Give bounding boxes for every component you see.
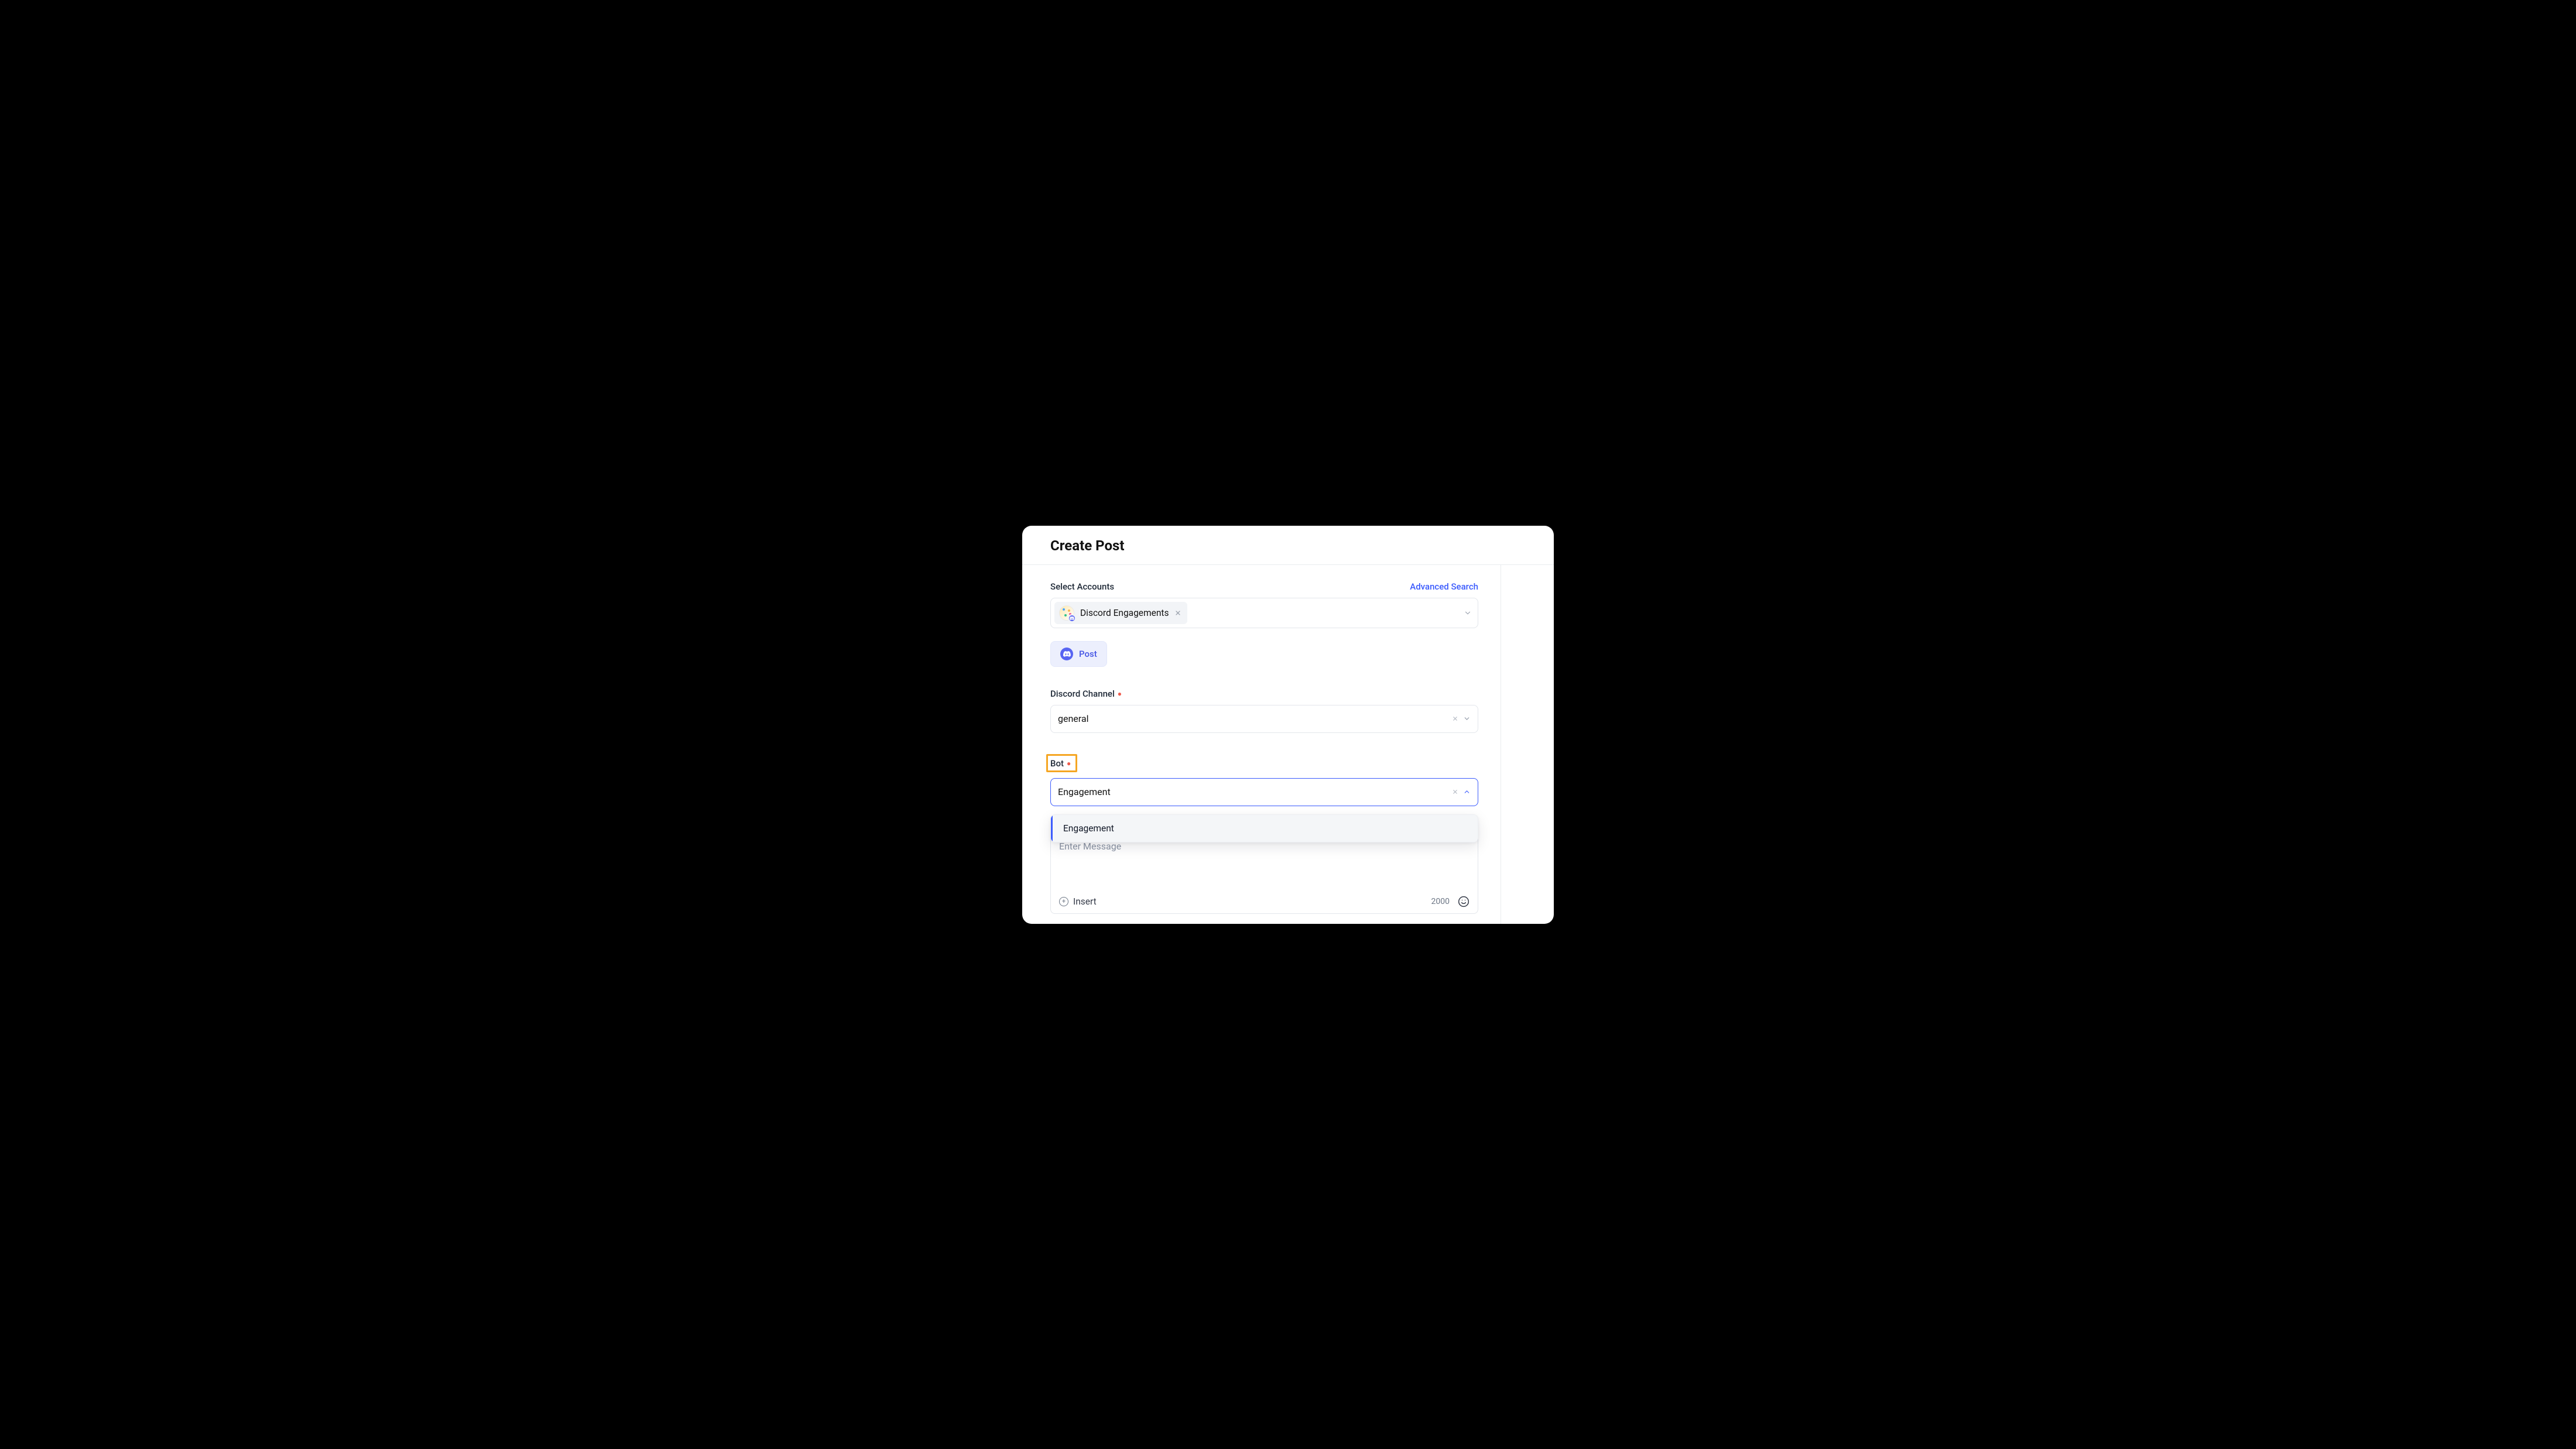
- channel-chevron-down-icon[interactable]: [1463, 715, 1471, 722]
- account-chip-remove[interactable]: [1174, 609, 1181, 616]
- bot-label-highlight: Bot ●: [1046, 754, 1077, 772]
- bot-label: Bot: [1050, 758, 1064, 769]
- post-type-label: Post: [1079, 649, 1097, 659]
- post-type-row: Post: [1050, 641, 1478, 667]
- discord-badge-icon: [1068, 614, 1076, 622]
- create-post-modal: Create Post Select Accounts Advanced Sea…: [1022, 526, 1554, 924]
- bot-chevron-up-icon[interactable]: [1463, 788, 1471, 796]
- bot-option[interactable]: Engagement: [1051, 815, 1478, 842]
- message-footer: + Insert 2000: [1051, 891, 1478, 913]
- side-column: [1501, 565, 1554, 924]
- discord-icon: [1060, 648, 1073, 660]
- bot-dropdown-menu: Engagement: [1050, 814, 1478, 842]
- modal-header: Create Post: [1022, 526, 1554, 565]
- insert-label: Insert: [1073, 896, 1097, 907]
- main-column: Select Accounts Advanced Search: [1022, 565, 1501, 924]
- channel-value: general: [1058, 713, 1452, 724]
- accounts-label: Select Accounts: [1050, 581, 1114, 592]
- account-avatar-icon: [1059, 605, 1074, 621]
- advanced-search-link[interactable]: Advanced Search: [1410, 581, 1478, 592]
- emoji-picker-icon[interactable]: [1458, 896, 1469, 907]
- accounts-select[interactable]: Discord Engagements: [1050, 598, 1478, 628]
- bot-value: Engagement: [1058, 786, 1452, 797]
- modal-body: Select Accounts Advanced Search: [1022, 565, 1554, 924]
- account-chip: Discord Engagements: [1054, 602, 1187, 624]
- post-type-pill[interactable]: Post: [1050, 641, 1107, 667]
- accounts-chevron-down-icon[interactable]: [1464, 609, 1472, 617]
- account-chip-label: Discord Engagements: [1080, 608, 1169, 618]
- channel-select[interactable]: general: [1050, 705, 1478, 733]
- bot-select[interactable]: Engagement: [1050, 778, 1478, 806]
- page-title: Create Post: [1050, 537, 1526, 554]
- bot-clear-icon[interactable]: [1452, 789, 1458, 795]
- accounts-header-row: Select Accounts Advanced Search: [1050, 581, 1478, 592]
- char-count: 2000: [1431, 897, 1450, 906]
- channel-label: Discord Channel: [1050, 688, 1115, 699]
- insert-button[interactable]: + Insert: [1059, 896, 1097, 907]
- channel-clear-icon[interactable]: [1452, 715, 1458, 722]
- required-dot-icon: ●: [1065, 759, 1071, 768]
- channel-section: Discord Channel ● general: [1050, 688, 1478, 733]
- plus-circle-icon: +: [1059, 897, 1068, 906]
- required-dot-icon: ●: [1116, 690, 1122, 698]
- bot-section: Bot ● Engagement: [1050, 754, 1478, 806]
